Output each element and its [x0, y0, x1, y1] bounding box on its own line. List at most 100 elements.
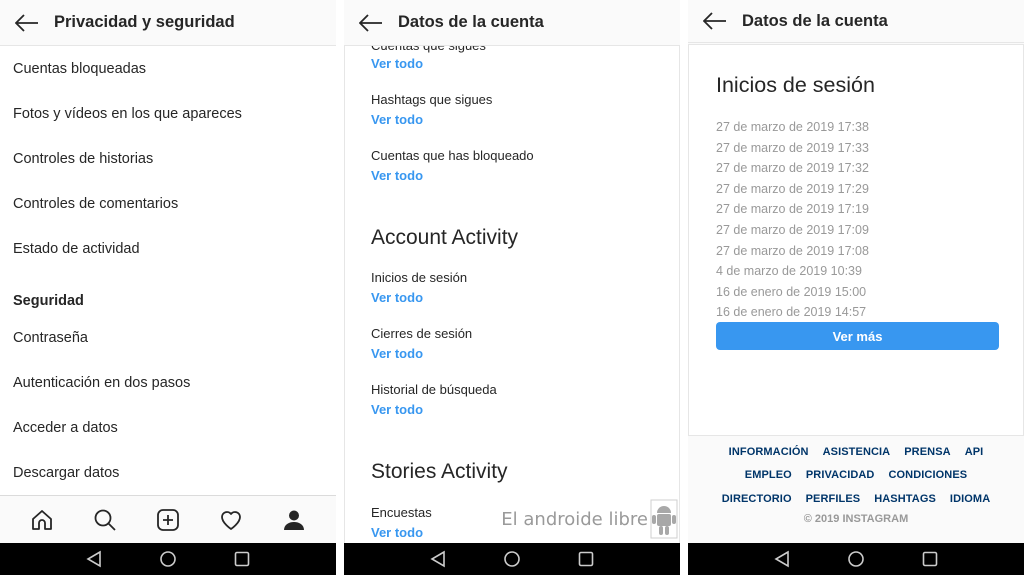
settings-item-blocked-accounts[interactable]: Cuentas bloqueadas	[13, 61, 146, 77]
nav-back-icon	[774, 550, 789, 568]
nav-back-button[interactable]	[426, 547, 450, 571]
nav-back-icon	[86, 550, 101, 568]
view-all-link-polls[interactable]: Ver todo	[371, 525, 423, 540]
footer-link-info[interactable]: INFORMACIÓN	[729, 446, 809, 458]
account-data-card: Cuentas que sigues Ver todo Hashtags que…	[344, 38, 680, 543]
tab-new-post[interactable]	[153, 505, 183, 535]
footer-link-hashtags[interactable]: HASHTAGS	[874, 493, 936, 505]
watermark: El androide libre	[501, 499, 678, 539]
top-bar: Datos de la cuenta	[344, 0, 680, 46]
nav-back-icon	[430, 550, 445, 568]
footer-link-language[interactable]: IDIOMA	[950, 493, 990, 505]
item-label-search-history: Historial de búsqueda	[371, 382, 497, 397]
back-arrow-icon	[15, 13, 38, 32]
item-label-logouts: Cierres de sesión	[371, 326, 473, 341]
back-button[interactable]	[344, 0, 398, 46]
footer-row: EMPLEO PRIVACIDAD CONDICIONES	[688, 464, 1024, 488]
android-nav-bar	[0, 543, 336, 575]
footer-link-press[interactable]: PRENSA	[904, 446, 950, 458]
footer-row: DIRECTORIO PERFILES HASHTAGS IDIOMA	[688, 487, 1024, 511]
login-entry: 27 de marzo de 2019 17:08	[716, 243, 869, 258]
item-label-hashtags: Hashtags que sigues	[371, 92, 493, 107]
page-title: Datos de la cuenta	[398, 13, 544, 31]
back-arrow-icon	[359, 13, 382, 32]
footer-link-terms[interactable]: CONDICIONES	[888, 469, 967, 481]
login-entry: 4 de marzo de 2019 10:39	[716, 264, 862, 279]
footer-link-privacy[interactable]: PRIVACIDAD	[806, 469, 875, 481]
settings-item-download-data[interactable]: Descargar datos	[13, 465, 119, 481]
tab-search[interactable]	[90, 505, 120, 535]
watermark-text: El androide libre	[501, 508, 648, 530]
nav-back-button[interactable]	[770, 547, 794, 571]
login-entry: 27 de marzo de 2019 17:19	[716, 202, 869, 217]
footer-link-help[interactable]: ASISTENCIA	[823, 446, 891, 458]
android-robot-icon	[650, 499, 678, 539]
nav-recents-icon	[922, 551, 938, 567]
nav-home-button[interactable]	[500, 547, 524, 571]
panel-divider	[336, 0, 344, 575]
page-title: Datos de la cuenta	[742, 11, 888, 30]
login-entry: 16 de enero de 2019 15:00	[716, 284, 867, 299]
back-button[interactable]	[0, 0, 54, 46]
tab-profile[interactable]	[279, 505, 309, 535]
login-history-screen: Datos de la cuenta Inicios de sesión 27 …	[688, 0, 1024, 575]
nav-recents-icon	[234, 551, 250, 567]
profile-icon	[284, 510, 305, 530]
settings-item-password[interactable]: Contraseña	[13, 330, 88, 346]
nav-home-icon	[160, 551, 176, 567]
item-label-polls: Encuestas	[371, 505, 432, 520]
footer-link-directory[interactable]: DIRECTORIO	[722, 493, 792, 505]
settings-item-activity-status[interactable]: Estado de actividad	[13, 241, 140, 257]
settings-item-access-data[interactable]: Acceder a datos	[13, 420, 118, 436]
item-label-blocked: Cuentas que has bloqueado	[371, 148, 534, 163]
tab-home[interactable]	[27, 505, 57, 535]
item-label-logins: Inicios de sesión	[371, 270, 468, 285]
view-all-link-logouts[interactable]: Ver todo	[371, 346, 423, 361]
login-entry: 27 de marzo de 2019 17:38	[716, 120, 869, 134]
nav-recents-icon	[578, 551, 594, 567]
login-entry: 27 de marzo de 2019 17:32	[716, 161, 869, 176]
nav-recents-button[interactable]	[230, 547, 254, 571]
nav-home-button[interactable]	[844, 547, 868, 571]
nav-recents-button[interactable]	[918, 547, 942, 571]
settings-item-two-factor[interactable]: Autenticación en dos pasos	[13, 375, 190, 391]
tab-activity[interactable]	[216, 505, 246, 535]
view-all-link-hashtags[interactable]: Ver todo	[371, 112, 423, 127]
footer-links: INFORMACIÓN ASISTENCIA PRENSA API EMPLEO…	[688, 440, 1024, 525]
settings-item-comment-controls[interactable]: Controles de comentarios	[13, 196, 178, 212]
top-bar: Datos de la cuenta	[688, 0, 1024, 43]
login-entry: 16 de enero de 2019 14:57	[716, 305, 867, 320]
nav-home-icon	[504, 551, 520, 567]
settings-list: Cuentas bloqueadas Fotos y vídeos en los…	[0, 46, 336, 495]
nav-recents-button[interactable]	[574, 547, 598, 571]
footer-link-profiles[interactable]: PERFILES	[806, 493, 861, 505]
settings-item-photos-videos[interactable]: Fotos y vídeos en los que apareces	[13, 106, 242, 122]
top-bar: Privacidad y seguridad	[0, 0, 336, 46]
login-history-heading: Inicios de sesión	[716, 73, 875, 97]
home-icon	[31, 509, 52, 530]
view-all-link-blocked[interactable]: Ver todo	[371, 168, 423, 183]
nav-home-button[interactable]	[156, 547, 180, 571]
view-all-link-logins[interactable]: Ver todo	[371, 290, 423, 305]
back-arrow-icon	[703, 12, 726, 30]
account-data-screen: Cuentas que sigues Ver todo Hashtags que…	[344, 0, 680, 575]
login-entry: 27 de marzo de 2019 17:09	[716, 222, 869, 237]
page-title: Privacidad y seguridad	[54, 13, 235, 31]
copyright: © 2019 INSTAGRAM	[803, 512, 909, 525]
back-button[interactable]	[688, 0, 742, 43]
view-all-link-search-history[interactable]: Ver todo	[371, 402, 423, 417]
footer-row: INFORMACIÓN ASISTENCIA PRENSA API	[688, 440, 1024, 464]
view-all-link-following[interactable]: Ver todo	[371, 56, 423, 71]
footer-link-api[interactable]: API	[965, 446, 984, 458]
see-more-button[interactable]: Ver más	[716, 322, 999, 350]
footer-link-jobs[interactable]: EMPLEO	[745, 469, 792, 481]
login-entry: 27 de marzo de 2019 17:33	[716, 140, 869, 155]
nav-back-button[interactable]	[82, 547, 106, 571]
nav-home-icon	[848, 551, 864, 567]
search-icon	[94, 509, 116, 531]
settings-item-story-controls[interactable]: Controles de historias	[13, 151, 153, 167]
section-heading-security: Seguridad	[13, 293, 84, 309]
heart-icon	[221, 510, 242, 530]
login-entry: 27 de marzo de 2019 17:29	[716, 181, 869, 196]
section-heading-account-activity: Account Activity	[371, 226, 519, 249]
